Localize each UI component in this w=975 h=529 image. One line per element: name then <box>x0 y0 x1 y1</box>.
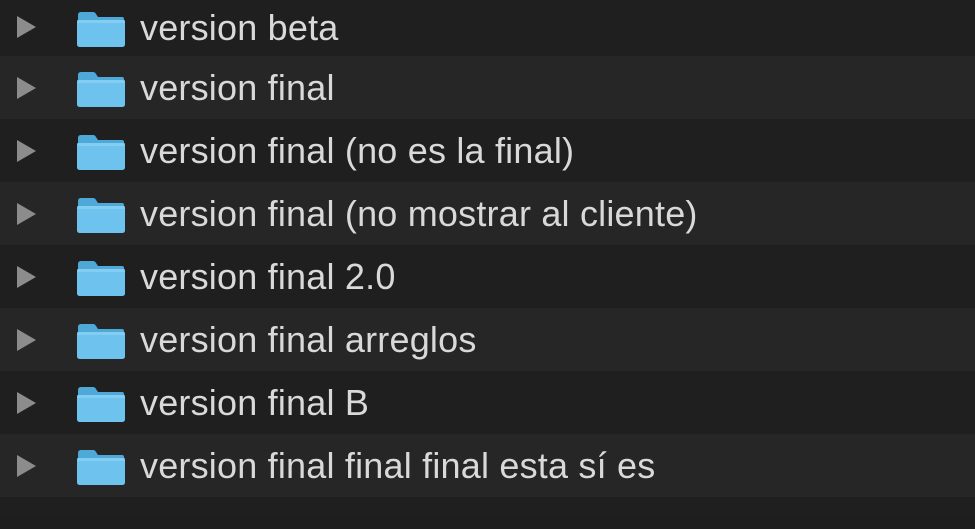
disclosure-triangle-icon[interactable] <box>17 16 36 38</box>
file-list: version beta version final version final… <box>0 0 975 529</box>
folder-icon <box>76 322 126 359</box>
folder-row-5[interactable]: version final 2.0 <box>0 245 975 308</box>
folder-row-8[interactable]: version final final final esta sí es <box>0 434 975 497</box>
folder-name: version final arreglos <box>140 318 477 360</box>
folder-icon <box>76 70 126 107</box>
folder-icon <box>76 10 126 47</box>
folder-name: version beta <box>140 7 339 48</box>
disclosure-triangle-icon[interactable] <box>17 454 36 477</box>
folder-name: version final 2.0 <box>140 255 396 297</box>
folder-row-4[interactable]: version final (no mostrar al cliente) <box>0 182 975 245</box>
list-bottom-strip <box>0 497 975 517</box>
disclosure-triangle-icon[interactable] <box>17 265 36 288</box>
disclosure-triangle-icon[interactable] <box>17 391 36 414</box>
disclosure-triangle-icon[interactable] <box>17 328 36 351</box>
folder-name: version final <box>140 66 335 108</box>
folder-row-2[interactable]: version final <box>0 56 975 119</box>
folder-row-1[interactable]: version beta <box>0 0 975 56</box>
folder-name: version final B <box>140 381 370 423</box>
folder-row-7[interactable]: version final B <box>0 371 975 434</box>
folder-icon <box>76 259 126 296</box>
folder-icon <box>76 133 126 170</box>
disclosure-triangle-icon[interactable] <box>17 76 36 99</box>
folder-icon <box>76 448 126 485</box>
folder-row-3[interactable]: version final (no es la final) <box>0 119 975 182</box>
folder-icon <box>76 196 126 233</box>
folder-name: version final final final esta sí es <box>140 444 656 486</box>
disclosure-triangle-icon[interactable] <box>17 202 36 225</box>
folder-name: version final (no mostrar al cliente) <box>140 192 698 234</box>
folder-name: version final (no es la final) <box>140 129 575 171</box>
folder-icon <box>76 385 126 422</box>
disclosure-triangle-icon[interactable] <box>17 139 36 162</box>
folder-row-6[interactable]: version final arreglos <box>0 308 975 371</box>
